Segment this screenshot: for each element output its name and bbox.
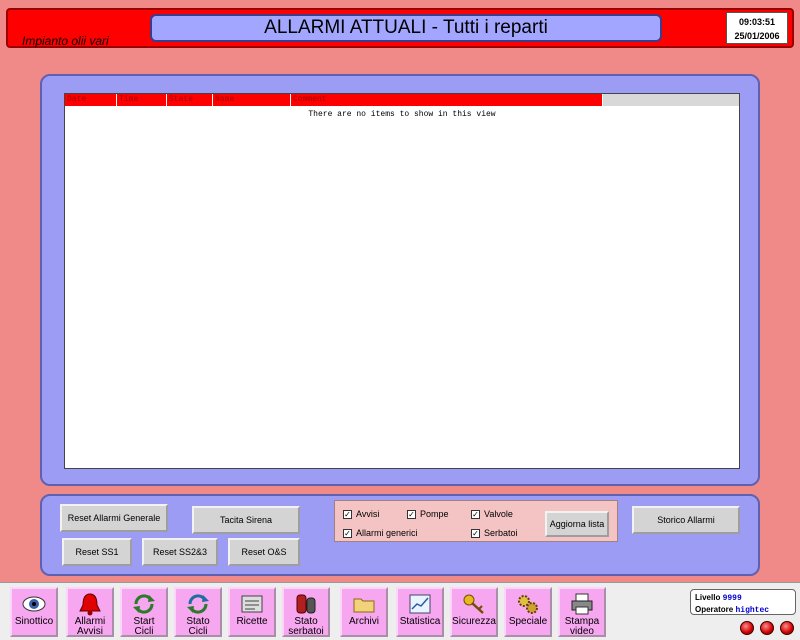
reset-os-button[interactable]: Reset O&S — [228, 538, 300, 566]
nav-ricette[interactable]: Ricette — [228, 587, 276, 637]
nav-label: Sicurezza — [452, 616, 496, 627]
recipe-icon — [241, 595, 263, 613]
filter-label: Serbatoi — [484, 528, 518, 538]
plant-name: Impianto olii vari — [22, 34, 109, 48]
filter-label: Avvisi — [356, 509, 380, 519]
column-comment[interactable]: Comment — [291, 94, 603, 106]
filter-label: Allarmi generici — [356, 528, 418, 538]
checkbox[interactable]: ✓ — [471, 528, 480, 538]
control-panel: Reset Allarmi Generale Tacita Sirena Res… — [40, 494, 760, 576]
nav-label: Archivi — [348, 616, 379, 627]
column-date[interactable]: Date — [65, 94, 117, 106]
alarm-list-header: Date Time State Name Comment — [65, 94, 739, 106]
column-name[interactable]: Name — [213, 94, 291, 106]
clock-display: 09:03:51 25/01/2006 — [726, 12, 788, 44]
clock-date: 25/01/2006 — [734, 31, 780, 41]
column-time[interactable]: Time — [117, 94, 167, 106]
operator-row: Operatore hightec — [695, 604, 791, 616]
nav-allarmi-avvisi[interactable]: Allarmi Avvisi — [66, 587, 114, 637]
operator-label: Operatore — [695, 605, 734, 614]
nav-stato-serbatoi[interactable]: Stato serbatoi — [282, 587, 330, 637]
nav-sinottico[interactable]: Sinottico — [10, 587, 58, 637]
chart-icon — [409, 594, 431, 614]
level-label: Livello — [695, 593, 721, 602]
reset-ss23-button[interactable]: Reset SS2&3 — [142, 538, 218, 566]
folder-icon — [353, 598, 375, 613]
alarm-list[interactable]: Date Time State Name Comment There are n… — [64, 93, 740, 469]
cycle-arrows-icon — [133, 594, 155, 614]
filter-valvole[interactable]: ✓ Valvole — [471, 509, 513, 519]
nav-statistica[interactable]: Statistica — [396, 587, 444, 637]
eye-icon — [22, 596, 46, 612]
filter-allarmi-generici[interactable]: ✓ Allarmi generici — [343, 528, 418, 538]
nav-sicurezza[interactable]: Sicurezza — [450, 587, 498, 637]
bell-icon — [79, 593, 101, 616]
nav-label: Statistica — [399, 616, 441, 627]
checkbox[interactable]: ✓ — [343, 528, 352, 538]
tank-icon — [296, 594, 316, 614]
filter-box: ✓ Avvisi ✓ Pompe ✓ Valvole ✓ Allarmi gen… — [334, 500, 618, 542]
filter-label: Valvole — [484, 509, 513, 519]
column-filler — [603, 94, 739, 106]
level-row: Livello 9999 — [695, 592, 791, 604]
status-led-3 — [780, 621, 794, 635]
reset-ss1-button[interactable]: Reset SS1 — [62, 538, 132, 566]
keys-icon — [463, 594, 484, 614]
header-bar: Impianto olii vari ALLARMI ATTUALI - Tut… — [6, 8, 794, 48]
level-value: 9999 — [722, 594, 742, 603]
nav-stato-cicli[interactable]: Stato Cicli — [174, 587, 222, 637]
operator-value: hightec — [735, 606, 770, 615]
filter-serbatoi[interactable]: ✓ Serbatoi — [471, 528, 518, 538]
nav-label: Allarmi Avvisi — [74, 616, 106, 637]
nav-speciale[interactable]: Speciale — [504, 587, 552, 637]
nav-stampa-video[interactable]: Stampa video — [558, 587, 606, 637]
cycle-status-icon — [187, 594, 209, 614]
nav-label: Stato Cicli — [186, 616, 210, 637]
column-state[interactable]: State — [167, 94, 213, 106]
nav-label: Stampa video — [564, 616, 600, 637]
printer-icon — [571, 593, 593, 615]
empty-list-message: There are no items to show in this view — [308, 110, 496, 119]
alarm-list-panel: Date Time State Name Comment There are n… — [40, 74, 760, 486]
nav-archivi[interactable]: Archivi — [340, 587, 388, 637]
nav-label: Speciale — [508, 616, 548, 627]
refresh-list-button[interactable]: Aggiorna lista — [545, 511, 609, 537]
checkbox[interactable]: ✓ — [407, 509, 416, 519]
nav-label: Stato serbatoi — [288, 616, 324, 637]
alarm-history-button[interactable]: Storico Allarmi — [632, 506, 740, 534]
filter-pompe[interactable]: ✓ Pompe — [407, 509, 449, 519]
gears-icon — [518, 595, 538, 614]
filter-avvisi[interactable]: ✓ Avvisi — [343, 509, 379, 519]
reset-general-alarms-button[interactable]: Reset Allarmi Generale — [60, 504, 168, 532]
nav-label: Start Cicli — [133, 616, 155, 637]
nav-label: Sinottico — [14, 616, 54, 627]
clock-time: 09:03:51 — [738, 17, 776, 27]
nav-start-cicli[interactable]: Start Cicli — [120, 587, 168, 637]
user-info-box: Livello 9999 Operatore hightec — [690, 589, 796, 615]
mute-siren-button[interactable]: Tacita Sirena — [192, 506, 300, 534]
page-title: ALLARMI ATTUALI - Tutti i reparti — [150, 14, 662, 42]
status-led-2 — [760, 621, 774, 635]
status-led-1 — [740, 621, 754, 635]
nav-label: Ricette — [236, 616, 268, 627]
filter-label: Pompe — [420, 509, 449, 519]
checkbox[interactable]: ✓ — [343, 509, 352, 519]
checkbox[interactable]: ✓ — [471, 509, 480, 519]
navigation-bar: Sinottico Allarmi Avvisi Start Cicli Sta… — [0, 582, 800, 640]
